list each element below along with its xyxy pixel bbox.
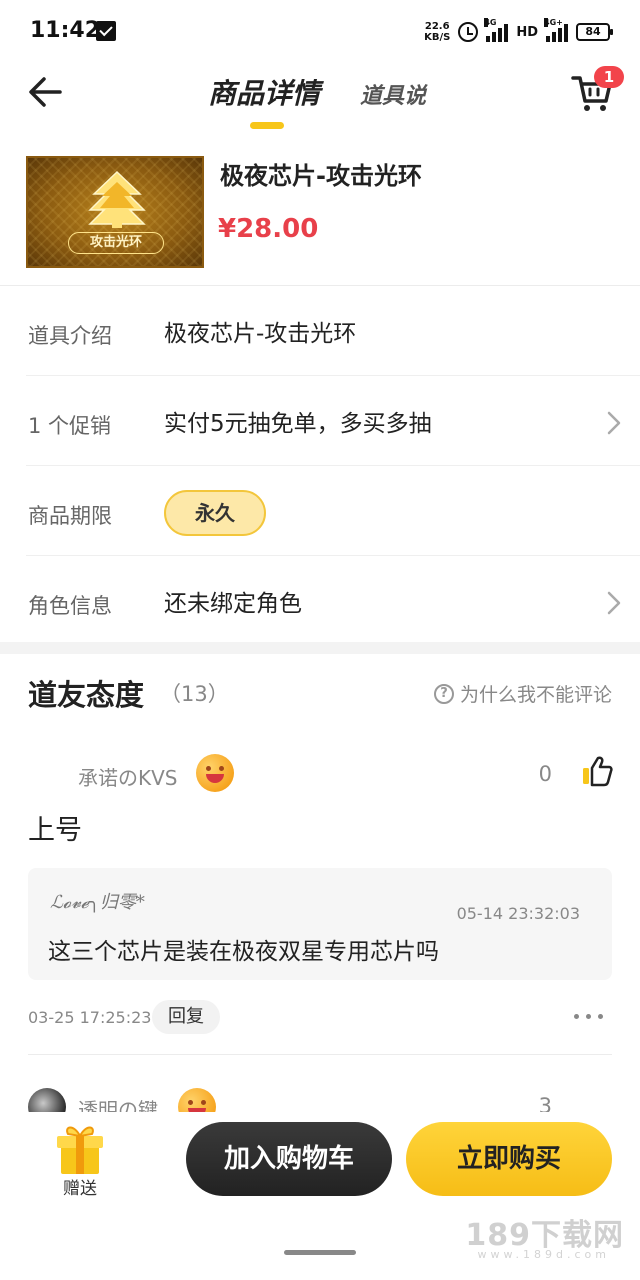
comments-count: （13） [160,682,229,706]
product-image: 攻击光环 [26,156,204,268]
cart-count-badge: 1 [594,66,624,88]
gift-label: 赠送 [63,1179,97,1199]
bottom-action-bar: 赠送 加入购物车 立即购买 [0,1112,640,1222]
info-row-promotion[interactable]: 1 个促销 实付5元抽免单，多买多抽 [26,376,640,466]
tab-product-detail[interactable]: 商品详情 [208,72,320,112]
info-label: 商品期限 [28,504,112,528]
comment-time: 03-25 17:25:23 [28,1008,152,1027]
reply-time: 05-14 23:32:03 [456,904,580,923]
info-row-duration: 商品期限 永久 [26,466,640,556]
smiley-emoji-icon [196,754,234,792]
chevron-right-icon [607,411,621,435]
info-row-description: 道具介绍 极夜芯片-攻击光环 [26,286,640,376]
buy-now-button[interactable]: 立即购买 [406,1122,612,1196]
info-label: 道具介绍 [28,324,112,348]
product-title: 极夜芯片-攻击光环 [220,162,422,190]
network-speed: 22.6 KB/S [424,21,450,43]
back-button[interactable] [24,70,68,114]
like-count: 0 [538,762,552,786]
product-image-label: 攻击光环 [68,232,164,254]
comment-text: 上号 [28,815,82,846]
network-type-label-2: 4G+ [544,18,563,27]
watermark-url: www.189d.com [477,1248,610,1261]
info-row-role[interactable]: 角色信息 还未绑定角色 [26,556,640,646]
thumbs-up-icon[interactable] [580,754,614,788]
reply-text: 这三个芯片是装在极夜双星专用芯片吗 [48,939,439,965]
status-bar: 11:42 22.6 KB/S 4G HD 4G+ 84 [0,0,640,62]
comments-section-title: 道友态度 [28,678,145,712]
tab-item-talk[interactable]: 道具说 [360,78,426,110]
network-speed-unit: KB/S [424,32,451,43]
network-speed-value: 22.6 [424,21,450,32]
why-cannot-comment-label: 为什么我不能评论 [459,684,612,706]
info-label: 1 个促销 [28,414,112,438]
product-header: 攻击光环 极夜芯片-攻击光环 ¥28.00 [0,140,640,286]
duration-option-permanent[interactable]: 永久 [164,490,266,536]
why-cannot-comment-link[interactable]: ? 为什么我不能评论 [433,680,612,707]
info-value: 实付5元抽免单，多买多抽 [164,411,432,437]
status-icons: 22.6 KB/S 4G HD 4G+ 84 [424,18,613,46]
question-icon: ? [433,683,454,704]
message-notification-icon [96,21,116,41]
chevron-right-icon [607,591,621,615]
comment-username[interactable]: 承诺のKVS [78,762,178,791]
battery-icon: 84 [576,23,613,41]
hd-voice-icon: HD [516,24,538,40]
home-indicator[interactable] [284,1250,356,1255]
info-value: 极夜芯片-攻击光环 [164,321,357,347]
arrow-left-icon [29,77,62,107]
signal-icon-2: 4G+ [544,18,568,42]
comment-divider [28,1054,612,1055]
nav-bar: 商品详情 道具说 1 [0,62,640,138]
network-type-label: 4G [484,18,497,27]
reply-button[interactable]: 回复 [152,1000,220,1034]
more-options-icon[interactable] [572,1006,606,1026]
section-divider [0,642,640,654]
product-price: ¥28.00 [218,214,319,244]
status-time: 11:42 [30,18,101,43]
tab-indicator [250,122,284,129]
add-to-cart-button[interactable]: 加入购物车 [186,1122,392,1196]
reply-username[interactable]: ℒ𝓸𝓿𝓮╮归零* [50,888,145,914]
signal-icon: 4G [484,18,509,42]
reply-box: ℒ𝓸𝓿𝓮╮归零* 05-14 23:32:03 这三个芯片是装在极夜双星专用芯片… [28,868,612,980]
info-label: 角色信息 [28,594,112,618]
info-value: 还未绑定角色 [164,591,302,617]
alarm-icon [458,22,479,42]
